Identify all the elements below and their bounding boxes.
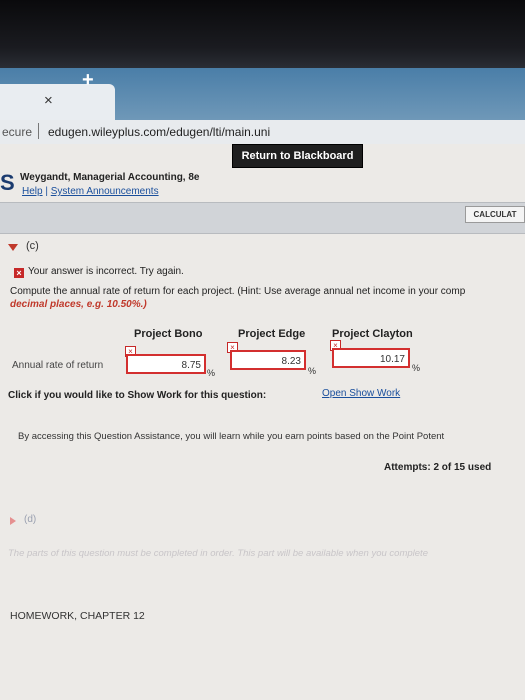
expand-arrow-icon[interactable]: [10, 517, 16, 525]
question-text: Compute the annual rate of return for ea…: [10, 286, 466, 297]
return-to-blackboard-button[interactable]: Return to Blackboard: [232, 144, 363, 168]
column-project-clayton: Project Clayton: [332, 328, 413, 340]
close-tab-icon[interactable]: ×: [44, 92, 53, 109]
question-hint: decimal places, e.g. 10.50%.): [10, 299, 147, 310]
answer-input-edge[interactable]: 8.23: [230, 350, 306, 370]
attempts-count: Attempts: 2 of 15 used: [384, 462, 492, 473]
percent-sign: %: [207, 368, 216, 378]
question-assistance-text: By accessing this Question Assistance, y…: [18, 431, 445, 442]
new-tab-icon[interactable]: +: [82, 69, 94, 92]
browser-tab-bar: × +: [0, 68, 525, 120]
calculator-button[interactable]: CALCULAT: [465, 206, 525, 223]
course-title: Weygandt, Managerial Accounting, 8e: [20, 172, 200, 183]
collapse-arrow-icon[interactable]: [8, 244, 18, 251]
url-text[interactable]: edugen.wileyplus.com/edugen/lti/main.uni: [48, 125, 270, 139]
percent-sign: %: [308, 366, 317, 376]
homework-section-title: HOMEWORK, CHAPTER 12: [10, 610, 145, 622]
show-work-prompt: Click if you would like to Show Work for…: [8, 390, 267, 401]
wileyplus-logo: S: [0, 170, 15, 195]
header-links: Help | System Announcements: [22, 186, 159, 197]
answer-status: Your answer is incorrect. Try again.: [28, 266, 184, 277]
row-label: Annual rate of return: [12, 360, 104, 371]
answer-input-clayton[interactable]: 10.17: [332, 348, 410, 368]
open-show-work-link[interactable]: Open Show Work: [322, 388, 400, 399]
part-d-locked-note: The parts of this question must be compl…: [8, 548, 428, 559]
address-bar[interactable]: ecure edugen.wileyplus.com/edugen/lti/ma…: [0, 120, 525, 145]
security-label: ecure: [2, 125, 33, 139]
browser-tab[interactable]: ×: [0, 84, 115, 120]
links-separator: |: [45, 186, 48, 197]
page-content: Return to Blackboard S Weygandt, Manager…: [0, 144, 525, 700]
address-separator: [38, 123, 39, 139]
toolbar-band: [0, 202, 525, 234]
part-d-label[interactable]: (d): [24, 514, 36, 525]
screen-bezel: [0, 0, 525, 68]
column-project-bono: Project Bono: [134, 328, 203, 340]
help-link[interactable]: Help: [22, 186, 43, 197]
answer-input-bono[interactable]: 8.75: [126, 354, 206, 374]
incorrect-x-icon: ×: [14, 268, 24, 278]
system-announcements-link[interactable]: System Announcements: [51, 186, 159, 197]
part-c-label[interactable]: (c): [26, 240, 39, 252]
percent-sign: %: [412, 363, 421, 373]
column-project-edge: Project Edge: [238, 328, 306, 340]
